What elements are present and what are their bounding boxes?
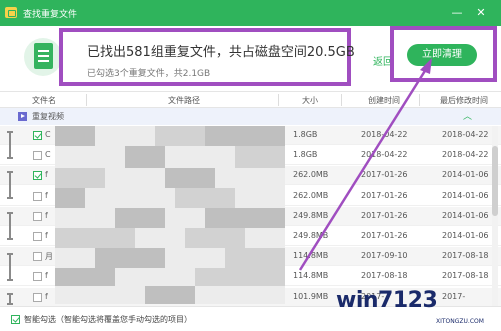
modified-date: 2018-04-22 (442, 130, 489, 139)
file-name: f (45, 271, 48, 280)
group-row-videos[interactable]: 重复视频 ︿ (0, 108, 501, 125)
duplicate-group-bracket (7, 253, 21, 281)
created-date: 2017-08-18 (361, 271, 408, 280)
file-size: 262.0MB (293, 170, 329, 179)
column-header-size[interactable]: 大小 (302, 95, 318, 106)
column-header-path[interactable]: 文件路径 (168, 95, 200, 106)
file-name: f (45, 191, 48, 200)
column-header-filename[interactable]: 文件名 (32, 95, 56, 106)
row-checkbox[interactable] (33, 131, 42, 140)
group-label: 重复视频 (32, 112, 64, 121)
selected-summary-text: 已勾选3个重复文件，共2.1GB (87, 69, 211, 79)
modified-date: 2014-01-06 (442, 191, 489, 200)
file-size: 114.8MB (293, 251, 329, 260)
file-name: C (45, 150, 51, 159)
row-checkbox[interactable] (33, 272, 42, 281)
row-checkbox[interactable] (33, 212, 42, 221)
file-size: 249.8MB (293, 211, 329, 220)
modified-date: 2014-01-06 (442, 231, 489, 240)
file-name: f (45, 170, 48, 179)
row-checkbox[interactable] (33, 171, 42, 180)
summary-highlight-box: 已找出581组重复文件，共占磁盘空间20.5GB 已勾选3个重复文件，共2.1G… (59, 28, 355, 86)
file-name: f (45, 292, 48, 301)
file-size: 1.8GB (293, 130, 318, 139)
duplicate-group-bracket (7, 212, 21, 240)
duplicate-summary-text: 已找出581组重复文件，共占磁盘空间20.5GB (87, 45, 355, 60)
minimize-button[interactable]: — (449, 5, 465, 21)
smart-select-checkbox[interactable] (11, 315, 20, 324)
modified-date: 2014-01-06 (442, 211, 489, 220)
created-date: 2017-01-26 (361, 231, 408, 240)
video-icon (18, 112, 27, 121)
file-size: 1.8GB (293, 150, 318, 159)
modified-date: 2017-08-18 (442, 271, 489, 280)
watermark-subtext: XITONGZU.COM (436, 318, 484, 325)
smart-select-label[interactable]: 智能勾选（智能勾选将覆盖您手动勾选的项目） (24, 314, 192, 325)
document-icon (24, 36, 62, 80)
title-bar: 查找重复文件 — ✕ (0, 0, 501, 26)
row-checkbox[interactable] (33, 151, 42, 160)
created-date: 2018-04-22 (361, 130, 408, 139)
site-watermark: win7123 XITONGZU.COM (336, 282, 501, 331)
created-date: 2017-09-10 (361, 251, 408, 260)
column-header-created[interactable]: 创建时间 (368, 95, 400, 106)
created-date: 2017-01-26 (361, 211, 408, 220)
row-checkbox[interactable] (33, 232, 42, 241)
row-checkbox[interactable] (33, 252, 42, 261)
redacted-path-area (55, 126, 285, 304)
duplicate-group-bracket (7, 131, 21, 159)
scrollbar-thumb[interactable] (492, 146, 498, 216)
row-checkbox[interactable] (33, 293, 42, 302)
file-name: f (45, 231, 48, 240)
window-title: 查找重复文件 (23, 10, 78, 20)
column-header-modified[interactable]: 最后修改时间 (440, 95, 488, 106)
app-logo-icon (5, 7, 17, 18)
table-header: 文件名 文件路径 大小 创建时间 最后修改时间 (0, 91, 501, 108)
modified-date: 2014-01-06 (442, 170, 489, 179)
created-date: 2018-04-22 (361, 150, 408, 159)
file-name: 月 (45, 252, 53, 261)
file-size: 101.9MB (293, 292, 329, 301)
list-scrollbar[interactable] (492, 126, 498, 306)
file-size: 262.0MB (293, 191, 329, 200)
modified-date: 2018-04-22 (442, 150, 489, 159)
created-date: 2017-01-26 (361, 191, 408, 200)
summary-header: 已找出581组重复文件，共占磁盘空间20.5GB 已勾选3个重复文件，共2.1G… (0, 26, 501, 90)
file-name: f (45, 211, 48, 220)
close-button[interactable]: ✕ (473, 5, 489, 21)
chevron-up-icon[interactable]: ︿ (463, 109, 472, 122)
file-size: 249.8MB (293, 231, 329, 240)
duplicate-group-bracket (7, 293, 21, 305)
watermark-text: win7123 (336, 288, 438, 313)
clean-now-button[interactable]: 立即清理 (407, 44, 477, 66)
duplicate-group-bracket (7, 171, 21, 199)
created-date: 2017-01-26 (361, 170, 408, 179)
file-size: 114.8MB (293, 271, 329, 280)
file-name: C (45, 130, 51, 139)
clean-button-highlight-box: 立即清理 (390, 26, 497, 82)
modified-date: 2017-08-18 (442, 251, 489, 260)
row-checkbox[interactable] (33, 192, 42, 201)
